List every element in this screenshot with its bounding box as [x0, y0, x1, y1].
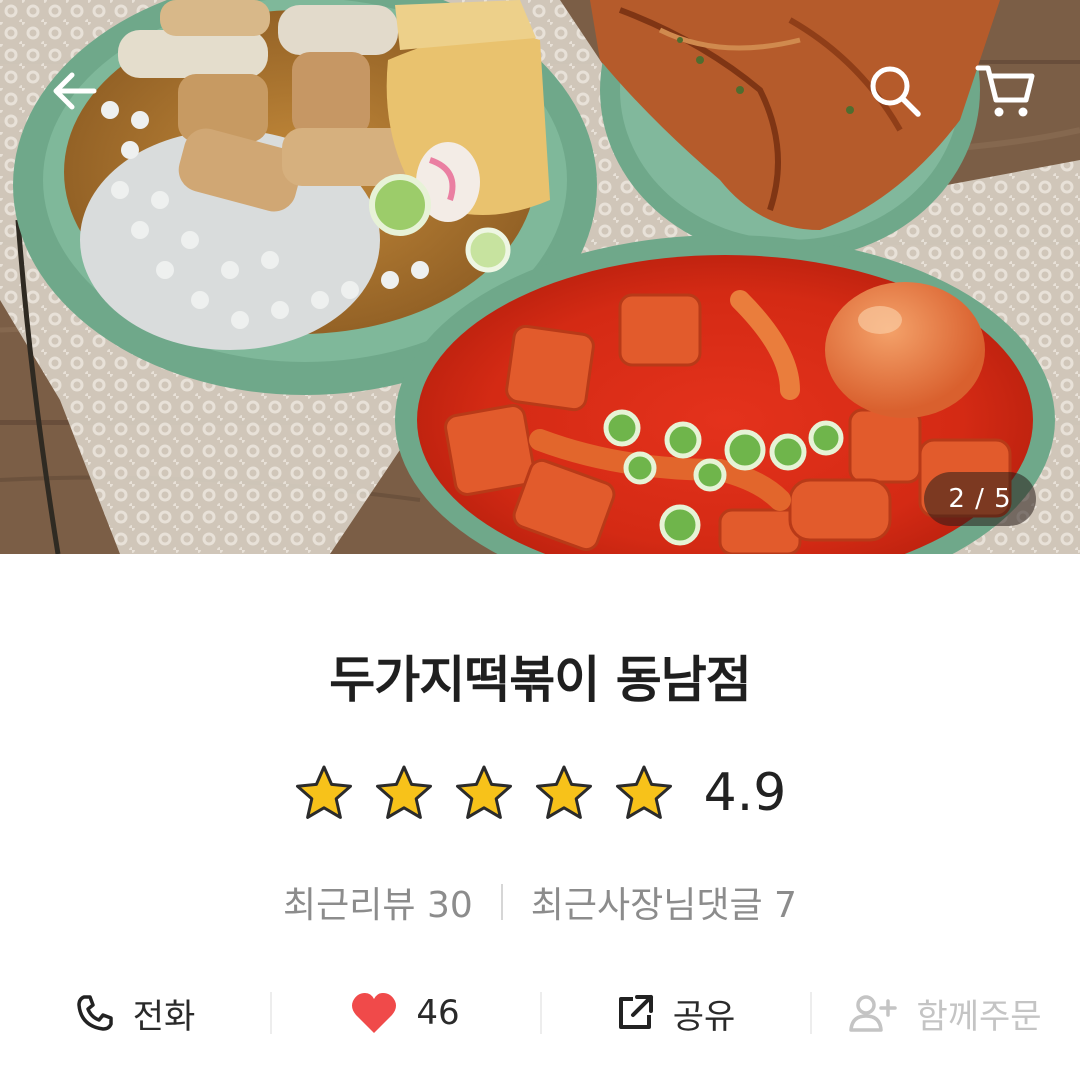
add-person-icon: [849, 995, 898, 1032]
group-order-label: 함께주문: [916, 996, 1042, 1037]
group-order-button[interactable]: 함께주문: [810, 982, 1080, 1044]
star-rating: [294, 763, 674, 823]
arrow-left-icon: [53, 72, 97, 110]
heart-icon: [352, 993, 397, 1033]
cart-icon: [975, 65, 1035, 117]
cart-button[interactable]: [972, 58, 1038, 124]
rating-score: 4.9: [703, 763, 787, 823]
share-icon: [618, 995, 653, 1029]
star-icon: [455, 765, 512, 819]
search-button[interactable]: [862, 58, 928, 124]
store-name: 두가지떡볶이 동남점: [329, 651, 751, 709]
share-label: 공유: [672, 996, 736, 1037]
call-label: 전화: [132, 996, 196, 1037]
rating-row: 4.9: [0, 758, 1080, 828]
star-icon: [615, 765, 672, 819]
share-button[interactable]: 공유: [540, 982, 810, 1044]
store-photo-carousel[interactable]: 2 / 5: [0, 0, 1080, 554]
review-summary: 최근리뷰 30 최근사장님댓글 7: [0, 876, 1080, 928]
phone-icon: [76, 995, 113, 1031]
call-button[interactable]: 전화: [0, 982, 270, 1044]
action-bar: 전화 46 공유 함께주문: [0, 982, 1080, 1044]
search-icon: [870, 66, 921, 117]
image-counter: 2 / 5: [924, 472, 1036, 526]
like-count: 46: [416, 993, 460, 1033]
star-icon: [375, 765, 432, 819]
like-button[interactable]: 46: [270, 982, 540, 1044]
star-icon: [295, 765, 352, 819]
star-icon: [535, 765, 592, 819]
back-button[interactable]: [42, 58, 108, 124]
divider: [500, 884, 503, 920]
recent-reviews-link[interactable]: 최근리뷰 30: [283, 876, 473, 928]
owner-comments-link[interactable]: 최근사장님댓글 7: [531, 876, 797, 928]
